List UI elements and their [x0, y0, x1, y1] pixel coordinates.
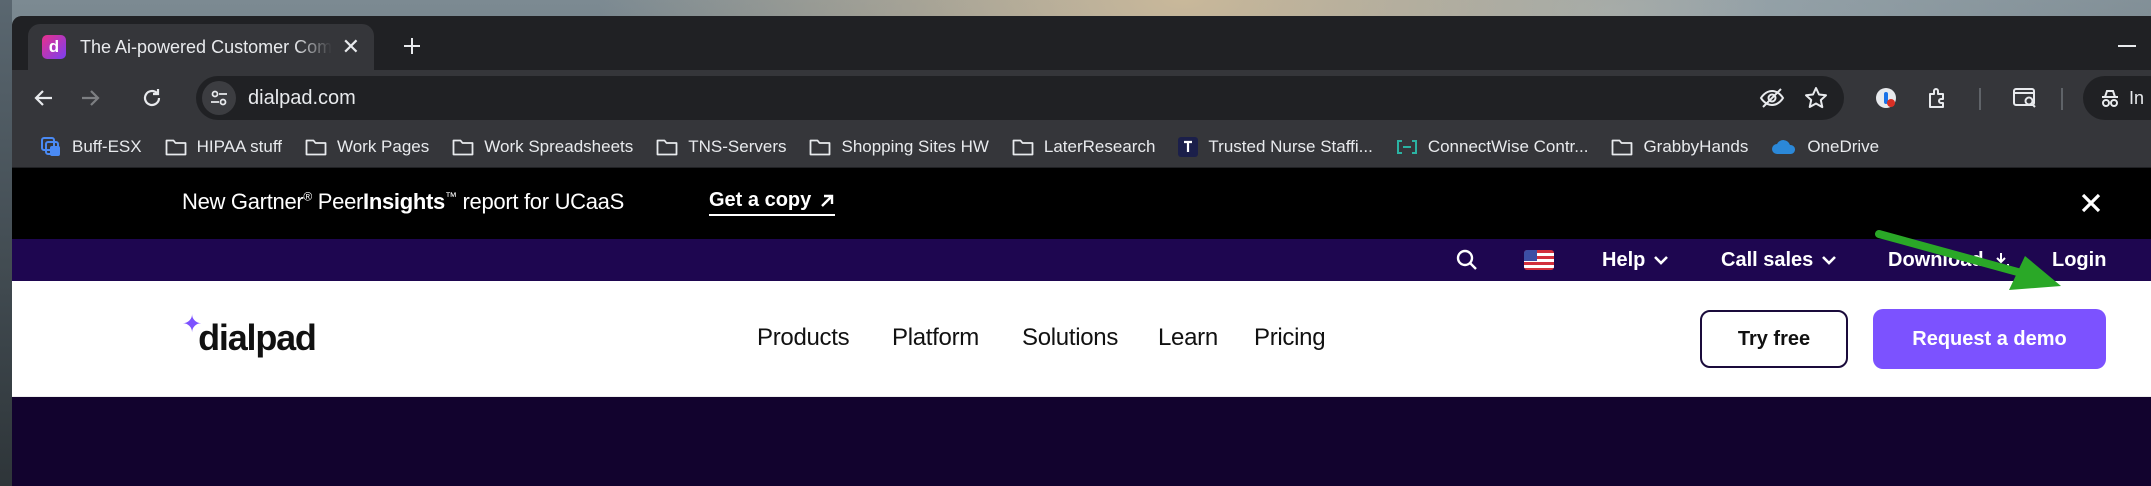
- bookmark-hipaa-stuff[interactable]: HIPAA stuff: [153, 130, 293, 164]
- profile-label: In: [2129, 87, 2145, 108]
- nav-platform[interactable]: Platform: [892, 324, 979, 352]
- bookmark-shopping-sites-hw[interactable]: Shopping Sites HW: [797, 130, 999, 164]
- tab-title: The Ai-powered Customer Communications P…: [80, 36, 332, 57]
- folder-icon: [656, 139, 678, 155]
- bookmark-trusted-nurse-staffing[interactable]: Trusted Nurse Staffi...: [1166, 130, 1383, 164]
- plus-icon: [404, 38, 420, 54]
- forward-button[interactable]: [70, 78, 110, 118]
- bookmark-tns-servers[interactable]: TNS-Servers: [644, 130, 797, 164]
- bookmark-work-spreadsheets[interactable]: Work Spreadsheets: [440, 130, 644, 164]
- arrow-left-icon: [34, 90, 52, 106]
- dialpad-favicon-icon: d: [42, 35, 66, 59]
- bookmarks-bar: Buff-ESX HIPAA stuff Work Pages Work Spr…: [12, 126, 2151, 168]
- back-button[interactable]: [24, 78, 64, 118]
- desktop-edge: [0, 0, 12, 486]
- toolbar-separator: [2061, 88, 2063, 110]
- address-bar[interactable]: dialpad.com: [196, 76, 1844, 120]
- annotation-arrow-icon: [1875, 230, 2061, 290]
- language-selector[interactable]: [1524, 239, 1554, 281]
- bookmark-star-icon[interactable]: [1800, 82, 1832, 114]
- utility-nav: Help Call sales Download Login: [12, 239, 2151, 281]
- tab-search-icon[interactable]: [2005, 78, 2045, 118]
- arrow-up-right-icon: [821, 194, 834, 207]
- cloud-icon: [1772, 139, 1796, 154]
- chevron-down-icon: [1822, 256, 1837, 265]
- search-icon: [1456, 249, 1477, 270]
- eye-off-icon[interactable]: [1756, 82, 1788, 114]
- site-info-button[interactable]: [202, 81, 236, 115]
- get-a-copy-link[interactable]: Get a copy: [709, 189, 836, 216]
- bookmark-buff-esx[interactable]: Buff-ESX: [28, 130, 153, 164]
- request-demo-button[interactable]: Request a demo: [1873, 309, 2106, 369]
- web-page: New Gartner® PeerInsights™ report for UC…: [12, 168, 2151, 486]
- browser-tab-active[interactable]: d The Ai-powered Customer Communications…: [28, 24, 374, 70]
- tab-strip: d The Ai-powered Customer Communications…: [12, 16, 2151, 70]
- new-tab-button[interactable]: [392, 26, 432, 66]
- try-free-button[interactable]: Try free: [1700, 310, 1848, 368]
- folder-icon: [1612, 139, 1633, 155]
- browser-window: d The Ai-powered Customer Communications…: [12, 16, 2151, 486]
- reload-button[interactable]: [132, 78, 172, 118]
- toolbar-separator: [1979, 88, 1981, 110]
- password-manager-extension-icon[interactable]: [1866, 78, 1906, 118]
- minimize-icon: [2118, 45, 2136, 47]
- nav-pricing[interactable]: Pricing: [1254, 324, 1326, 352]
- browser-toolbar: dialpad.com In: [12, 70, 2151, 126]
- help-dropdown[interactable]: Help: [1602, 239, 1669, 281]
- folder-icon: [452, 139, 474, 155]
- tab-close-icon[interactable]: ✕: [342, 36, 360, 58]
- hero-section: [12, 397, 2151, 486]
- dialpad-logo[interactable]: ✦ dialpad: [182, 313, 317, 359]
- folder-icon: [1012, 139, 1034, 155]
- extensions-puzzle-icon[interactable]: [1918, 78, 1958, 118]
- arrow-right-icon: [82, 90, 100, 106]
- promo-text: New Gartner® PeerInsights™ report for UC…: [182, 189, 624, 214]
- window-minimize-button[interactable]: [2107, 26, 2147, 66]
- connectwise-icon: [1396, 139, 1417, 154]
- bookmark-laterresearch[interactable]: LaterResearch: [1000, 130, 1167, 164]
- promo-close-button[interactable]: [2074, 186, 2108, 220]
- tune-icon: [211, 90, 227, 106]
- site-search-button[interactable]: [1455, 239, 1479, 281]
- call-sales-dropdown[interactable]: Call sales: [1721, 239, 1837, 281]
- reload-icon: [143, 89, 161, 107]
- us-flag-icon: [1524, 250, 1554, 270]
- nav-solutions[interactable]: Solutions: [1022, 324, 1118, 352]
- folder-icon: [305, 139, 327, 155]
- stack-icon: [41, 136, 60, 156]
- close-icon: [2081, 193, 2101, 213]
- incognito-profile-chip[interactable]: In: [2083, 76, 2151, 120]
- tns-logo-icon: [1178, 136, 1199, 157]
- bookmark-grabbyhands[interactable]: GrabbyHands: [1599, 130, 1759, 164]
- folder-icon: [165, 139, 187, 155]
- nav-products[interactable]: Products: [757, 324, 850, 352]
- bookmark-connectwise-control[interactable]: ConnectWise Contr...: [1384, 130, 1600, 164]
- chevron-down-icon: [1654, 256, 1669, 265]
- incognito-icon: [2102, 90, 2118, 107]
- folder-icon: [810, 139, 831, 155]
- promo-banner: New Gartner® PeerInsights™ report for UC…: [12, 168, 2151, 239]
- bookmark-work-pages[interactable]: Work Pages: [293, 130, 440, 164]
- nav-learn[interactable]: Learn: [1158, 324, 1218, 352]
- url-text[interactable]: dialpad.com: [248, 87, 356, 110]
- main-nav: ✦ dialpad Products Platform Solutions Le…: [12, 281, 2151, 397]
- bookmark-onedrive[interactable]: OneDrive: [1759, 130, 1890, 164]
